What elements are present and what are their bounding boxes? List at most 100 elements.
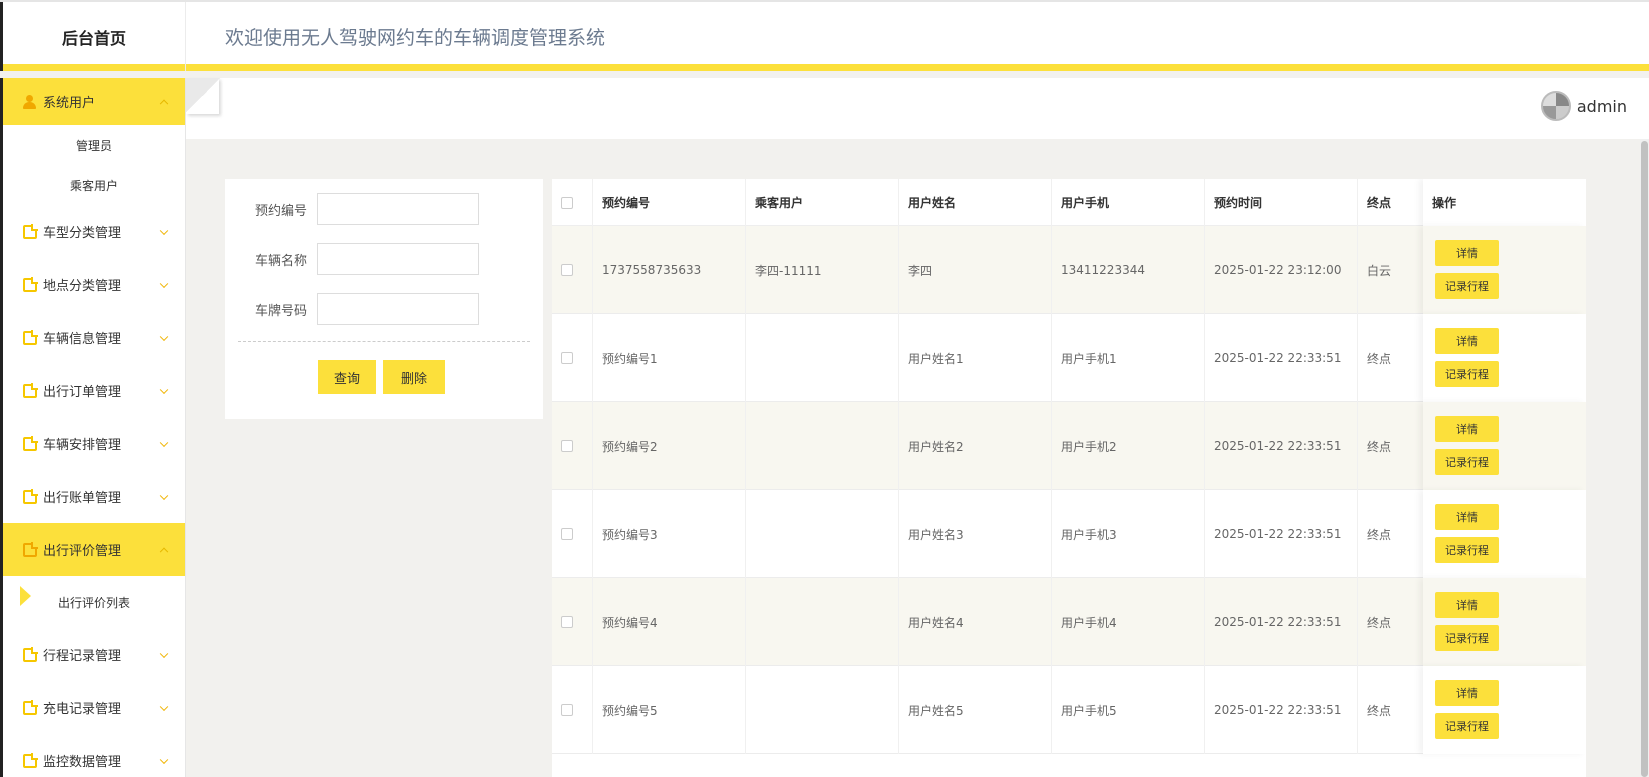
column-header-actions: 操作: [1423, 179, 1586, 226]
delete-button[interactable]: 删除: [383, 360, 445, 394]
detail-button[interactable]: 详情: [1435, 416, 1499, 442]
sidebar-item-location-category[interactable]: 地点分类管理: [3, 258, 185, 311]
sidebar-subitem-admins[interactable]: 管理员: [3, 125, 185, 165]
sidebar-item-label: 地点分类管理: [43, 279, 122, 294]
chevron-down-icon: [159, 649, 169, 658]
chevron-up-icon: [159, 547, 169, 556]
column-header-reservation-no[interactable]: 预约编号: [593, 179, 746, 226]
chevron-down-icon: [159, 702, 169, 711]
cell-passenger: 李四-11111: [746, 226, 899, 314]
page-scrollbar[interactable]: [1640, 139, 1649, 777]
sidebar-item-vehicle-type[interactable]: 车型分类管理: [3, 205, 185, 258]
record-trip-button[interactable]: 记录行程: [1435, 537, 1499, 563]
chevron-down-icon: [159, 226, 169, 235]
user-icon: [23, 94, 37, 109]
user-menu[interactable]: admin: [1540, 91, 1627, 121]
record-trip-button[interactable]: 记录行程: [1435, 361, 1499, 387]
chevron-down-icon: [159, 279, 169, 288]
row-checkbox[interactable]: [561, 352, 573, 364]
sidebar-subitem-passengers[interactable]: 乘客用户: [3, 165, 185, 205]
collapse-sidebar-toggle[interactable]: [186, 78, 220, 115]
avatar: [1540, 91, 1571, 121]
document-icon: [23, 541, 38, 557]
row-actions: 详情 记录行程: [1423, 402, 1586, 490]
sidebar-item-vehicle-info[interactable]: 车辆信息管理: [3, 311, 185, 364]
cell-reservation-no: 1737558735633: [593, 226, 746, 314]
cell-reservation-time: 2025-01-22 22:33:51: [1205, 666, 1358, 754]
sidebar-item-system-users[interactable]: 系统用户: [3, 78, 185, 125]
record-trip-button[interactable]: 记录行程: [1435, 625, 1499, 651]
column-header-user-phone[interactable]: 用户手机: [1052, 179, 1205, 226]
scrollbar-thumb[interactable]: [1641, 141, 1648, 777]
detail-button[interactable]: 详情: [1435, 504, 1499, 530]
cell-reservation-no: 预约编号3: [593, 490, 746, 578]
search-row-reservation-no: 预约编号: [225, 192, 543, 226]
app-root: 后台首页 欢迎使用无人驾驶网约车的车辆调度管理系统 系统用户 管理员 乘客用户 车型分…: [0, 0, 1649, 777]
sidebar-item-trip-orders[interactable]: 出行订单管理: [3, 364, 185, 417]
sidebar-item-label: 系统用户: [43, 96, 96, 111]
record-trip-button[interactable]: 记录行程: [1435, 449, 1499, 475]
welcome-title: 欢迎使用无人驾驶网约车的车辆调度管理系统: [225, 27, 606, 49]
sidebar-item-label: 充电记录管理: [43, 702, 122, 717]
sidebar-subitem-review-list[interactable]: 出行评价列表: [3, 576, 185, 628]
search-panel: 预约编号 车辆名称 车牌号码 查询 删除: [225, 179, 543, 419]
sidebar-item-trip-bills[interactable]: 出行账单管理: [3, 470, 185, 523]
search-row-vehicle-name: 车辆名称: [225, 242, 543, 276]
table-row: 预约编号2 用户姓名2 用户手机2 2025-01-22 22:33:51 终点 详情 记录…: [552, 402, 1586, 490]
table-row: 1737558735633 李四-11111 李四 13411223344 2025-0…: [552, 226, 1586, 314]
cell-passenger: [746, 666, 899, 754]
home-link[interactable]: 后台首页: [0, 2, 186, 71]
reservation-no-input[interactable]: [317, 193, 479, 225]
field-label: 预约编号: [254, 203, 307, 219]
sidebar-item-label: 出行订单管理: [43, 385, 122, 400]
sidebar-item-monitor-data[interactable]: 监控数据管理: [3, 734, 185, 777]
document-icon: [23, 276, 38, 292]
cell-passenger: [746, 578, 899, 666]
row-select-cell: [552, 314, 593, 402]
cell-reservation-no: 预约编号4: [593, 578, 746, 666]
table-row: 预约编号4 用户姓名4 用户手机4 2025-01-22 22:33:51 终点 详情 记录…: [552, 578, 1586, 666]
cell-user-phone: 用户手机2: [1052, 402, 1205, 490]
toolbar: admin: [186, 78, 1649, 139]
detail-button[interactable]: 详情: [1435, 592, 1499, 618]
chevron-up-icon: [159, 99, 169, 108]
select-all-checkbox[interactable]: [561, 196, 573, 209]
row-checkbox[interactable]: [561, 440, 573, 452]
row-checkbox[interactable]: [561, 704, 573, 716]
sidebar-item-charging-records[interactable]: 充电记录管理: [3, 681, 185, 734]
plate-no-input[interactable]: [317, 293, 479, 325]
record-trip-button[interactable]: 记录行程: [1435, 713, 1499, 739]
chevron-down-icon: [159, 332, 169, 341]
vehicle-name-input[interactable]: [317, 243, 479, 275]
sidebar: 系统用户管理员 乘客用户 车型分类管理地点分类管理车辆信息管理出行订单管理车辆安排管…: [0, 78, 186, 777]
row-checkbox[interactable]: [561, 616, 573, 628]
cell-reservation-time: 2025-01-22 22:33:51: [1205, 578, 1358, 666]
chevron-down-icon: [159, 385, 169, 394]
row-checkbox[interactable]: [561, 264, 573, 276]
sidebar-item-trip-records[interactable]: 行程记录管理: [3, 628, 185, 681]
detail-button[interactable]: 详情: [1435, 240, 1499, 266]
chevron-down-icon: [159, 755, 169, 764]
select-all-cell: [552, 179, 593, 226]
column-header-passenger[interactable]: 乘客用户: [746, 179, 899, 226]
query-button[interactable]: 查询: [318, 360, 376, 394]
record-trip-button[interactable]: 记录行程: [1435, 273, 1499, 299]
cell-user-phone: 用户手机1: [1052, 314, 1205, 402]
cell-passenger: [746, 314, 899, 402]
sidebar-item-label: 出行账单管理: [43, 491, 122, 506]
cell-user-name: 用户姓名1: [899, 314, 1052, 402]
sidebar-item-vehicle-schedule[interactable]: 车辆安排管理: [3, 417, 185, 470]
column-header-user-name[interactable]: 用户姓名: [899, 179, 1052, 226]
row-select-cell: [552, 578, 593, 666]
detail-button[interactable]: 详情: [1435, 328, 1499, 354]
sidebar-item-trip-reviews[interactable]: 出行评价管理: [3, 523, 185, 576]
row-checkbox[interactable]: [561, 528, 573, 540]
cell-user-name: 用户姓名4: [899, 578, 1052, 666]
cell-passenger: [746, 402, 899, 490]
column-header-reservation-time[interactable]: 预约时间: [1205, 179, 1358, 226]
data-table: 预约编号 乘客用户 用户姓名 用户手机 预约时间 终点 操作 1737558735633 李四-…: [552, 179, 1586, 777]
cell-user-phone: 用户手机4: [1052, 578, 1205, 666]
row-select-cell: [552, 666, 593, 754]
detail-button[interactable]: 详情: [1435, 680, 1499, 706]
cell-reservation-time: 2025-01-22 22:33:51: [1205, 314, 1358, 402]
